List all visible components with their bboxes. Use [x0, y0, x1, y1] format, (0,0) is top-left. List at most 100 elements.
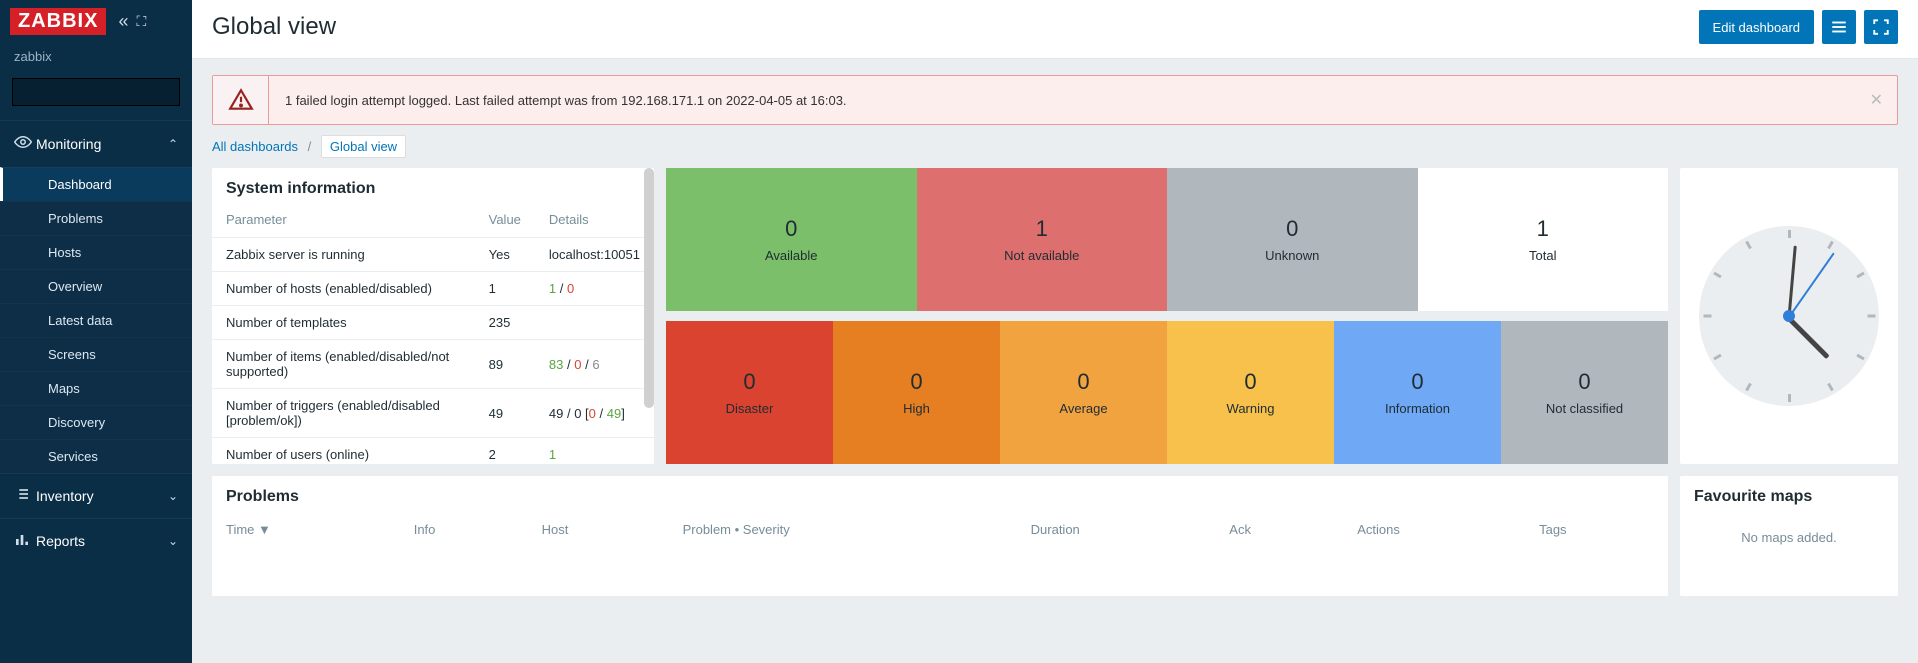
sysinfo-param: Number of triggers (enabled/disabled [pr… [212, 389, 475, 438]
sidebar-item-hosts[interactable]: Hosts [0, 235, 192, 269]
sysinfo-value: 235 [475, 306, 535, 340]
sysinfo-th-details: Details [535, 206, 654, 238]
tile-label: Not classified [1546, 401, 1623, 416]
scrollbar[interactable] [644, 168, 654, 408]
clock-tick [1827, 241, 1834, 249]
sidebar-header: ZABBIX « ⛶ [0, 0, 192, 43]
sysinfo-th-parameter: Parameter [212, 206, 475, 238]
problems-widget: Problems Time ▼InfoHostProblem • Severit… [212, 476, 1668, 596]
bar-chart-icon [14, 531, 36, 551]
status-tiles: 0Available1Not available0Unknown1Total 0… [666, 168, 1668, 464]
sidebar-item-latest-data[interactable]: Latest data [0, 303, 192, 337]
tile-number: 1 [1036, 216, 1048, 242]
tile-total[interactable]: 1Total [1418, 168, 1669, 311]
tile-label: Warning [1227, 401, 1275, 416]
tile-number: 0 [910, 369, 922, 395]
clock-tick [1856, 272, 1864, 279]
sysinfo-details [535, 306, 654, 340]
clock-tick [1788, 230, 1791, 238]
nav-sub-monitoring: DashboardProblemsHostsOverviewLatest dat… [0, 167, 192, 473]
sysinfo-row: Number of hosts (enabled/disabled)11 / 0 [212, 272, 654, 306]
page-title: Global view [212, 13, 336, 41]
tile-number: 0 [1286, 216, 1298, 242]
sysinfo-details: 1 [535, 438, 654, 465]
problems-th-ack[interactable]: Ack [1215, 514, 1343, 545]
tile-label: Total [1529, 248, 1556, 263]
sysinfo-details: 49 / 0 [0 / 49] [535, 389, 654, 438]
tile-number: 0 [785, 216, 797, 242]
menu-button[interactable] [1822, 10, 1856, 44]
favourite-maps-widget: Favourite maps No maps added. [1680, 476, 1898, 596]
server-name: zabbix [0, 43, 192, 70]
tile-available[interactable]: 0Available [666, 168, 917, 311]
tile-not-classified[interactable]: 0 Not classified [1501, 321, 1668, 464]
breadcrumb: All dashboards / Global view [212, 139, 1898, 154]
problems-th-tags[interactable]: Tags [1525, 514, 1668, 545]
tile-label: Disaster [726, 401, 774, 416]
alert-message: 1 failed login attempt logged. Last fail… [269, 93, 1856, 108]
problems-th-host[interactable]: Host [528, 514, 669, 545]
sidebar: ZABBIX « ⛶ zabbix Monitoring ⌃ [0, 0, 192, 663]
page-header: Global view Edit dashboard [192, 0, 1918, 59]
problems-th-duration[interactable]: Duration [1017, 514, 1216, 545]
nav-hdr-monitoring[interactable]: Monitoring ⌃ [0, 121, 192, 167]
tile-warning[interactable]: 0 Warning [1167, 321, 1334, 464]
problems-th-problem-severity[interactable]: Problem • Severity [669, 514, 1017, 545]
breadcrumb-root[interactable]: All dashboards [212, 139, 298, 154]
breadcrumb-separator: / [308, 139, 312, 154]
clock-tick [1856, 354, 1864, 361]
sysinfo-title: System information [212, 168, 654, 206]
problems-table: Time ▼InfoHostProblem • SeverityDuration… [212, 514, 1668, 545]
tile-not-available[interactable]: 1Not available [917, 168, 1168, 311]
tile-number: 0 [1244, 369, 1256, 395]
tile-average[interactable]: 0Average [1000, 321, 1167, 464]
clock-tick [1714, 354, 1722, 361]
fullscreen-button[interactable] [1864, 10, 1898, 44]
sidebar-item-maps[interactable]: Maps [0, 371, 192, 405]
nav: Monitoring ⌃ DashboardProblemsHostsOverv… [0, 120, 192, 563]
problems-th-actions[interactable]: Actions [1343, 514, 1525, 545]
nav-hdr-inventory[interactable]: Inventory ⌄ [0, 474, 192, 518]
sysinfo-row: Number of templates235 [212, 306, 654, 340]
nav-section-reports: Reports ⌄ [0, 518, 192, 563]
search-box[interactable] [12, 78, 180, 106]
sysinfo-row: Zabbix server is runningYeslocalhost:100… [212, 238, 654, 272]
sidebar-item-discovery[interactable]: Discovery [0, 405, 192, 439]
search-input[interactable] [21, 85, 197, 100]
nav-section-inventory: Inventory ⌄ [0, 473, 192, 518]
sidebar-item-services[interactable]: Services [0, 439, 192, 473]
sysinfo-param: Number of users (online) [212, 438, 475, 465]
sidebar-item-overview[interactable]: Overview [0, 269, 192, 303]
tile-disaster[interactable]: 0Disaster [666, 321, 833, 464]
sysinfo-value: 1 [475, 272, 535, 306]
clock-face [1699, 226, 1879, 406]
sidebar-item-problems[interactable]: Problems [0, 201, 192, 235]
tile-number: 0 [1578, 369, 1590, 395]
logo[interactable]: ZABBIX [10, 8, 106, 35]
main: Global view Edit dashboard 1 failed logi… [192, 0, 1918, 663]
nav-label-monitoring: Monitoring [36, 136, 168, 152]
tile-unknown[interactable]: 0Unknown [1167, 168, 1418, 311]
problems-th-time-[interactable]: Time ▼ [212, 514, 400, 545]
sysinfo-value: 89 [475, 340, 535, 389]
alert-close-icon[interactable]: ✕ [1856, 90, 1897, 110]
sysinfo-details: localhost:10051 [535, 238, 654, 272]
nav-label-reports: Reports [36, 533, 168, 549]
clock-tick [1745, 241, 1752, 249]
collapse-sidebar-icon[interactable]: « [118, 11, 128, 32]
clock-hour-hand [1787, 317, 1829, 359]
sidebar-item-dashboard[interactable]: Dashboard [0, 167, 192, 201]
search-wrap [0, 70, 192, 114]
nav-hdr-reports[interactable]: Reports ⌄ [0, 519, 192, 563]
tile-number: 0 [1077, 369, 1089, 395]
fullscreen-icon[interactable]: ⛶ [136, 13, 146, 30]
sysinfo-row: Number of triggers (enabled/disabled [pr… [212, 389, 654, 438]
sidebar-item-screens[interactable]: Screens [0, 337, 192, 371]
chevron-up-icon: ⌃ [168, 137, 178, 151]
tile-high[interactable]: 0High [833, 321, 1000, 464]
favmaps-empty: No maps added. [1680, 514, 1898, 561]
problems-th-info[interactable]: Info [400, 514, 528, 545]
sysinfo-param: Number of templates [212, 306, 475, 340]
tile-information[interactable]: 0Information [1334, 321, 1501, 464]
edit-dashboard-button[interactable]: Edit dashboard [1699, 10, 1814, 44]
